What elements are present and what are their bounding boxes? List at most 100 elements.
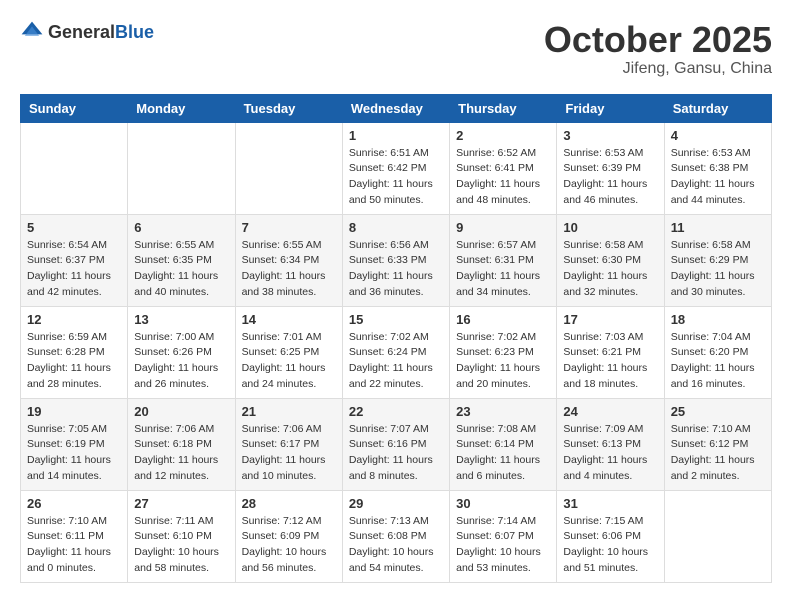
table-row: 10 Sunrise: 6:58 AM Sunset: 6:30 PM Dayli… (557, 214, 664, 306)
day-info: Sunrise: 6:52 AM Sunset: 6:41 PM Dayligh… (456, 146, 550, 209)
day-info: Sunrise: 6:59 AM Sunset: 6:28 PM Dayligh… (27, 330, 121, 393)
day-info: Sunrise: 7:08 AM Sunset: 6:14 PM Dayligh… (456, 422, 550, 485)
table-row: 26 Sunrise: 7:10 AM Sunset: 6:11 PM Dayli… (21, 490, 128, 582)
day-number: 7 (242, 220, 336, 235)
table-row: 31 Sunrise: 7:15 AM Sunset: 6:06 PM Dayli… (557, 490, 664, 582)
day-number: 30 (456, 496, 550, 511)
day-number: 22 (349, 404, 443, 419)
day-info: Sunrise: 7:03 AM Sunset: 6:21 PM Dayligh… (563, 330, 657, 393)
header-sunday: Sunday (21, 94, 128, 122)
day-number: 26 (27, 496, 121, 511)
logo: GeneralBlue (20, 20, 154, 44)
table-row: 8 Sunrise: 6:56 AM Sunset: 6:33 PM Daylig… (342, 214, 449, 306)
calendar-week-2: 5 Sunrise: 6:54 AM Sunset: 6:37 PM Daylig… (21, 214, 772, 306)
table-row: 19Sunrise: 7:05 AM Sunset: 6:19 PM Dayli… (21, 398, 128, 490)
table-row: 17 Sunrise: 7:03 AM Sunset: 6:21 PM Dayli… (557, 306, 664, 398)
day-number: 24 (563, 404, 657, 419)
day-number: 18 (671, 312, 765, 327)
logo-icon (20, 20, 44, 44)
day-info: Sunrise: 7:13 AM Sunset: 6:08 PM Dayligh… (349, 514, 443, 577)
day-number: 11 (671, 220, 765, 235)
day-number: 9 (456, 220, 550, 235)
month-title: October 2025 (544, 20, 772, 60)
table-row: 7 Sunrise: 6:55 AM Sunset: 6:34 PM Daylig… (235, 214, 342, 306)
day-number: 3 (563, 128, 657, 143)
day-info: Sunrise: 6:58 AM Sunset: 6:29 PM Dayligh… (671, 238, 765, 301)
table-row: 20 Sunrise: 7:06 AM Sunset: 6:18 PM Dayli… (128, 398, 235, 490)
header-wednesday: Wednesday (342, 94, 449, 122)
table-row: 15Sunrise: 7:02 AM Sunset: 6:24 PM Dayli… (342, 306, 449, 398)
day-number: 20 (134, 404, 228, 419)
day-number: 17 (563, 312, 657, 327)
day-info: Sunrise: 6:56 AM Sunset: 6:33 PM Dayligh… (349, 238, 443, 301)
table-row: 30 Sunrise: 7:14 AM Sunset: 6:07 PM Dayli… (450, 490, 557, 582)
table-row: 11 Sunrise: 6:58 AM Sunset: 6:29 PM Dayli… (664, 214, 771, 306)
table-row: 3 Sunrise: 6:53 AM Sunset: 6:39 PM Daylig… (557, 122, 664, 214)
day-number: 10 (563, 220, 657, 235)
day-info: Sunrise: 6:54 AM Sunset: 6:37 PM Dayligh… (27, 238, 121, 301)
day-info: Sunrise: 6:58 AM Sunset: 6:30 PM Dayligh… (563, 238, 657, 301)
day-info: Sunrise: 6:53 AM Sunset: 6:39 PM Dayligh… (563, 146, 657, 209)
header-monday: Monday (128, 94, 235, 122)
day-number: 23 (456, 404, 550, 419)
table-row: 23 Sunrise: 7:08 AM Sunset: 6:14 PM Dayli… (450, 398, 557, 490)
day-info: Sunrise: 7:06 AM Sunset: 6:18 PM Dayligh… (134, 422, 228, 485)
day-info: Sunrise: 7:12 AM Sunset: 6:09 PM Dayligh… (242, 514, 336, 577)
day-number: 31 (563, 496, 657, 511)
title-block: October 2025 Jifeng, Gansu, China (544, 20, 772, 78)
day-number: 2 (456, 128, 550, 143)
header-thursday: Thursday (450, 94, 557, 122)
header-tuesday: Tuesday (235, 94, 342, 122)
day-info: Sunrise: 6:57 AM Sunset: 6:31 PM Dayligh… (456, 238, 550, 301)
header-friday: Friday (557, 94, 664, 122)
logo-text: GeneralBlue (48, 22, 154, 43)
day-info: Sunrise: 7:06 AM Sunset: 6:17 PM Dayligh… (242, 422, 336, 485)
day-info: Sunrise: 7:09 AM Sunset: 6:13 PM Dayligh… (563, 422, 657, 485)
day-info: Sunrise: 7:11 AM Sunset: 6:10 PM Dayligh… (134, 514, 228, 577)
table-row: 12 Sunrise: 6:59 AM Sunset: 6:28 PM Dayli… (21, 306, 128, 398)
table-row: 28 Sunrise: 7:12 AM Sunset: 6:09 PM Dayli… (235, 490, 342, 582)
day-info: Sunrise: 7:02 AM Sunset: 6:24 PM Dayligh… (349, 330, 443, 393)
header-saturday: Saturday (664, 94, 771, 122)
day-info: Sunrise: 6:55 AM Sunset: 6:35 PM Dayligh… (134, 238, 228, 301)
table-row (21, 122, 128, 214)
day-number: 12 (27, 312, 121, 327)
day-number: 25 (671, 404, 765, 419)
day-info: Sunrise: 7:10 AM Sunset: 6:11 PM Dayligh… (27, 514, 121, 577)
day-info: Sunrise: 7:10 AM Sunset: 6:12 PM Dayligh… (671, 422, 765, 485)
table-row (128, 122, 235, 214)
day-number: 16 (456, 312, 550, 327)
table-row (664, 490, 771, 582)
location: Jifeng, Gansu, China (544, 60, 772, 78)
day-info: Sunrise: 7:14 AM Sunset: 6:07 PM Dayligh… (456, 514, 550, 577)
day-number: 27 (134, 496, 228, 511)
calendar-week-4: 19Sunrise: 7:05 AM Sunset: 6:19 PM Dayli… (21, 398, 772, 490)
day-number: 6 (134, 220, 228, 235)
day-info: Sunrise: 7:02 AM Sunset: 6:23 PM Dayligh… (456, 330, 550, 393)
day-info: Sunrise: 7:05 AM Sunset: 6:19 PM Dayligh… (27, 422, 121, 485)
day-number: 8 (349, 220, 443, 235)
table-row: 16 Sunrise: 7:02 AM Sunset: 6:23 PM Dayli… (450, 306, 557, 398)
day-number: 4 (671, 128, 765, 143)
day-info: Sunrise: 7:00 AM Sunset: 6:26 PM Dayligh… (134, 330, 228, 393)
day-number: 29 (349, 496, 443, 511)
table-row: 2 Sunrise: 6:52 AM Sunset: 6:41 PM Daylig… (450, 122, 557, 214)
calendar-header-row: Sunday Monday Tuesday Wednesday Thursday… (21, 94, 772, 122)
day-info: Sunrise: 7:07 AM Sunset: 6:16 PM Dayligh… (349, 422, 443, 485)
day-info: Sunrise: 7:15 AM Sunset: 6:06 PM Dayligh… (563, 514, 657, 577)
table-row: 22 Sunrise: 7:07 AM Sunset: 6:16 PM Dayli… (342, 398, 449, 490)
table-row: 5 Sunrise: 6:54 AM Sunset: 6:37 PM Daylig… (21, 214, 128, 306)
day-info: Sunrise: 6:55 AM Sunset: 6:34 PM Dayligh… (242, 238, 336, 301)
table-row: 9 Sunrise: 6:57 AM Sunset: 6:31 PM Daylig… (450, 214, 557, 306)
calendar-week-5: 26 Sunrise: 7:10 AM Sunset: 6:11 PM Dayli… (21, 490, 772, 582)
day-info: Sunrise: 7:01 AM Sunset: 6:25 PM Dayligh… (242, 330, 336, 393)
table-row: 4Sunrise: 6:53 AM Sunset: 6:38 PM Daylig… (664, 122, 771, 214)
day-number: 1 (349, 128, 443, 143)
table-row: 29 Sunrise: 7:13 AM Sunset: 6:08 PM Dayli… (342, 490, 449, 582)
day-number: 5 (27, 220, 121, 235)
table-row (235, 122, 342, 214)
table-row: 14Sunrise: 7:01 AM Sunset: 6:25 PM Dayli… (235, 306, 342, 398)
page-header: GeneralBlue October 2025 Jifeng, Gansu, … (20, 20, 772, 78)
day-number: 28 (242, 496, 336, 511)
calendar-week-3: 12 Sunrise: 6:59 AM Sunset: 6:28 PM Dayli… (21, 306, 772, 398)
